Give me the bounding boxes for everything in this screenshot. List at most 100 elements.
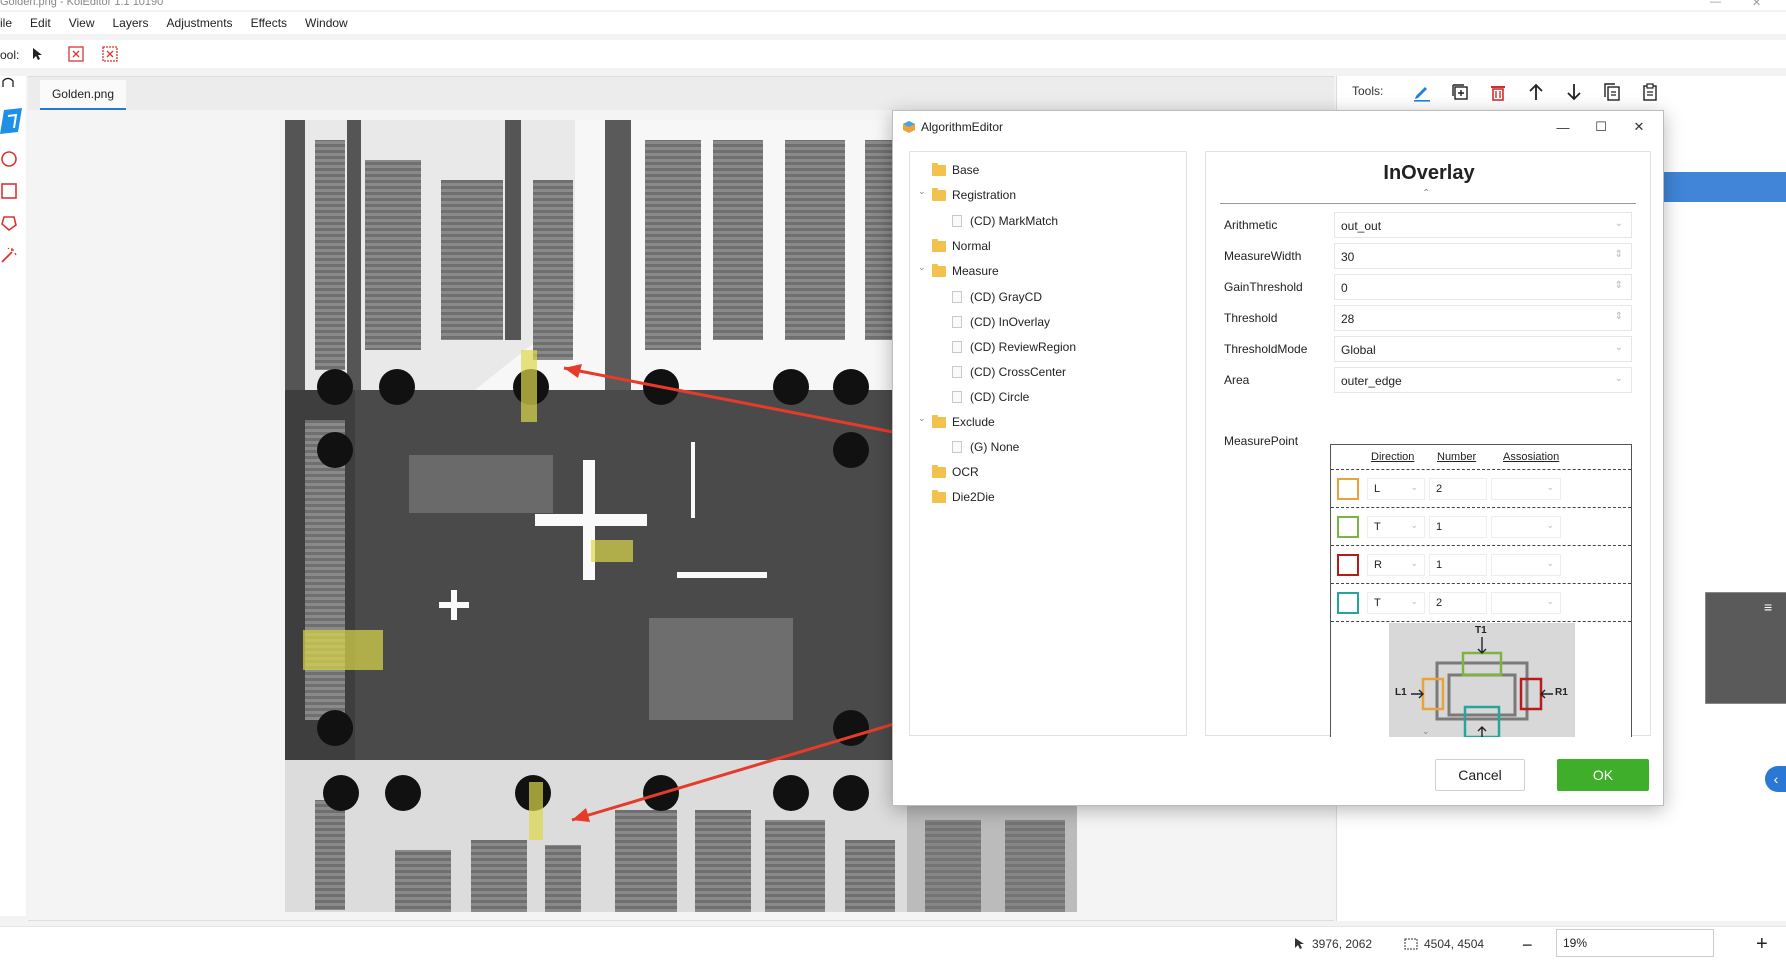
menu-effects[interactable]: Effects bbox=[242, 16, 296, 30]
tree-item-ocr[interactable]: OCR bbox=[932, 462, 979, 482]
spinner-icon: ⇕ bbox=[1614, 311, 1623, 322]
header-association: Assosiation bbox=[1503, 451, 1560, 463]
tree-item-measure[interactable]: Measure bbox=[932, 261, 999, 281]
dialog-close-button[interactable]: ✕ bbox=[1629, 117, 1649, 137]
color-swatch-red[interactable] bbox=[1337, 554, 1359, 576]
direction-select[interactable]: T ⌄ bbox=[1367, 592, 1425, 614]
tools-label: Tools: bbox=[1352, 84, 1384, 98]
add-item-button[interactable] bbox=[1450, 82, 1470, 102]
tool-label: ool: bbox=[0, 48, 20, 62]
file-icon bbox=[952, 291, 962, 303]
zoom-input[interactable]: 19% bbox=[1556, 929, 1714, 957]
active-tool-icon[interactable] bbox=[0, 108, 22, 134]
rectangle-tool-icon[interactable] bbox=[0, 182, 18, 203]
copy-button[interactable] bbox=[1602, 82, 1622, 102]
zoom-in-button[interactable]: + bbox=[1756, 933, 1768, 956]
chevron-down-icon[interactable]: ⌄ bbox=[918, 186, 926, 197]
magic-wand-tool-icon[interactable] bbox=[0, 246, 18, 267]
tree-item-crosscenter[interactable]: (CD) CrossCenter bbox=[952, 362, 1066, 382]
association-select[interactable]: ⌄ bbox=[1491, 554, 1561, 576]
gain-threshold-input[interactable]: 0 ⇕ bbox=[1334, 274, 1632, 300]
measure-width-input[interactable]: 30 ⇕ bbox=[1334, 243, 1632, 269]
folder-icon bbox=[932, 162, 946, 176]
tree-item-markmatch[interactable]: (CD) MarkMatch bbox=[952, 211, 1058, 231]
color-swatch-teal[interactable] bbox=[1337, 592, 1359, 614]
minimap[interactable]: ≡ bbox=[1705, 592, 1786, 704]
dialog-title: AlgorithmEditor bbox=[921, 120, 1004, 134]
direction-select[interactable]: R ⌄ bbox=[1367, 554, 1425, 576]
dialog-maximize-button[interactable]: ☐ bbox=[1591, 117, 1611, 137]
arrow-down-icon bbox=[1567, 84, 1581, 101]
move-down-button[interactable] bbox=[1564, 82, 1584, 102]
menu-adjustments[interactable]: Adjustments bbox=[158, 16, 242, 30]
tree-item-reviewregion[interactable]: (CD) ReviewRegion bbox=[952, 337, 1076, 357]
association-select[interactable]: ⌄ bbox=[1491, 592, 1561, 614]
folder-icon bbox=[932, 238, 946, 252]
dialog-minimize-button[interactable]: — bbox=[1553, 117, 1573, 137]
association-select[interactable]: ⌄ bbox=[1491, 478, 1561, 500]
delete-region-icon bbox=[68, 46, 84, 62]
tree-item-normal[interactable]: Normal bbox=[932, 236, 991, 256]
dialog-title-bar: AlgorithmEditor — ☐ ✕ bbox=[893, 111, 1663, 143]
tree-item-inoverlay[interactable]: (CD) InOverlay bbox=[952, 312, 1050, 332]
paste-button[interactable] bbox=[1640, 82, 1660, 102]
collapse-panel-button[interactable]: ‹ bbox=[1765, 766, 1786, 792]
remove-selection-button[interactable] bbox=[66, 44, 86, 64]
menu-window[interactable]: Window bbox=[296, 16, 357, 30]
tree-item-graycd[interactable]: (CD) GrayCD bbox=[952, 287, 1042, 307]
number-input[interactable]: 2 bbox=[1429, 592, 1487, 614]
threshold-input[interactable]: 28 ⇕ bbox=[1334, 305, 1632, 331]
circle-tool-icon[interactable] bbox=[0, 150, 18, 171]
close-window-button[interactable]: ✕ bbox=[1752, 0, 1761, 9]
menu-view[interactable]: View bbox=[60, 16, 104, 30]
color-swatch-green[interactable] bbox=[1337, 516, 1359, 538]
measure-point-table: Direction Number Assosiation L ⌄ 2 ⌄ T ⌄ 1… bbox=[1330, 444, 1632, 737]
tab-golden-png[interactable]: Golden.png bbox=[40, 80, 126, 110]
association-select[interactable]: ⌄ bbox=[1491, 516, 1561, 538]
chevron-down-icon[interactable]: ⌄ bbox=[1422, 726, 1430, 737]
threshold-mode-select[interactable]: Global ⌄ bbox=[1334, 336, 1632, 362]
file-icon bbox=[952, 215, 962, 227]
diagram-label-left: L1 bbox=[1395, 687, 1407, 698]
clear-selection-button[interactable] bbox=[100, 44, 120, 64]
area-select[interactable]: outer_edge ⌄ bbox=[1334, 367, 1632, 393]
color-swatch-orange[interactable] bbox=[1337, 478, 1359, 500]
ok-button[interactable]: OK bbox=[1557, 759, 1649, 791]
copy-icon bbox=[1604, 83, 1620, 101]
tree-item-exclude[interactable]: Exclude bbox=[932, 412, 995, 432]
menu-bar: ile Edit View Layers Adjustments Effects… bbox=[0, 12, 1786, 34]
minimize-window-button[interactable]: — bbox=[1710, 0, 1721, 8]
minimap-menu-icon[interactable]: ≡ bbox=[1764, 599, 1772, 615]
tree-item-circle[interactable]: (CD) Circle bbox=[952, 387, 1029, 407]
hand-icon[interactable] bbox=[0, 76, 18, 87]
direction-select[interactable]: T ⌄ bbox=[1367, 516, 1425, 538]
number-input[interactable]: 1 bbox=[1429, 516, 1487, 538]
number-input[interactable]: 1 bbox=[1429, 554, 1487, 576]
polygon-tool-icon[interactable] bbox=[0, 214, 18, 235]
pointer-icon bbox=[33, 48, 42, 60]
number-input[interactable]: 2 bbox=[1429, 478, 1487, 500]
zoom-out-button[interactable]: − bbox=[1522, 935, 1533, 956]
cancel-button[interactable]: Cancel bbox=[1435, 759, 1525, 791]
chevron-down-icon[interactable]: ⌄ bbox=[918, 262, 926, 273]
delete-button[interactable] bbox=[1488, 82, 1508, 102]
menu-file[interactable]: ile bbox=[0, 16, 21, 30]
tree-item-base[interactable]: Base bbox=[932, 160, 979, 180]
window-title: Golden.png - KoiEditor 1.1 10190 bbox=[0, 0, 164, 8]
tree-item-registration[interactable]: Registration bbox=[932, 185, 1016, 205]
spinner-icon: ⇕ bbox=[1614, 280, 1623, 291]
direction-select[interactable]: L ⌄ bbox=[1367, 478, 1425, 500]
header-direction: Direction bbox=[1371, 451, 1415, 463]
pointer-tool-button[interactable] bbox=[28, 44, 48, 64]
tree-item-none[interactable]: (G) None bbox=[952, 437, 1019, 457]
chevron-down-icon[interactable]: ⌄ bbox=[918, 413, 926, 424]
tree-item-die2die[interactable]: Die2Die bbox=[932, 487, 995, 507]
menu-layers[interactable]: Layers bbox=[104, 16, 158, 30]
chevron-down-icon: ⌄ bbox=[1546, 482, 1554, 492]
table-row: L ⌄ 2 ⌄ bbox=[1331, 469, 1631, 507]
menu-edit[interactable]: Edit bbox=[21, 16, 60, 30]
chevron-up-icon[interactable]: ⌃ bbox=[1422, 188, 1430, 199]
arithmetic-select[interactable]: out_out ⌄ bbox=[1334, 212, 1632, 238]
move-up-button[interactable] bbox=[1526, 82, 1546, 102]
edit-button[interactable] bbox=[1412, 82, 1432, 102]
